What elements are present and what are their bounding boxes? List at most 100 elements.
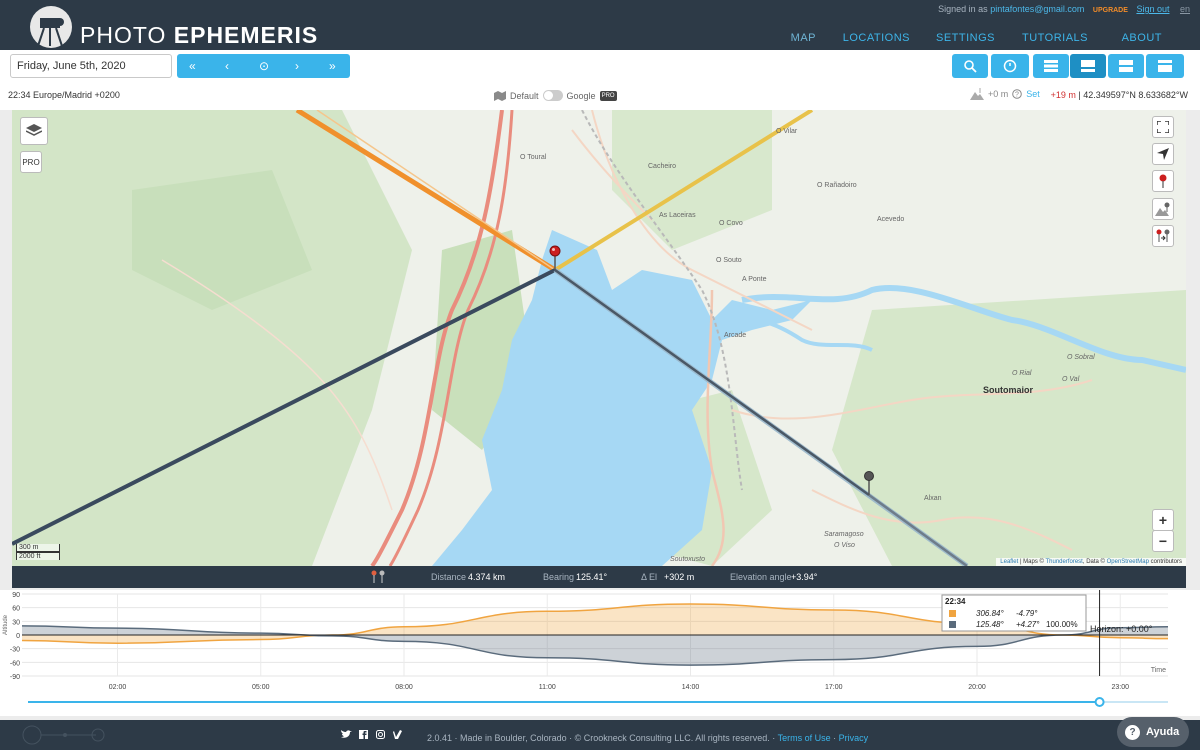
place-label: O Rial [1012,370,1032,377]
tooltip-azimuth: 306.84° [976,609,1004,618]
place-label: Alxan [924,495,942,502]
help-icon[interactable]: ? [1012,89,1023,99]
nav-map[interactable]: MAP [791,32,816,44]
grey-pin-icon [1155,202,1170,216]
map-attribution: Leaflet | Maps © Thunderforest, Data © O… [996,558,1186,566]
secondary-pin-button[interactable] [1152,198,1174,220]
layout-table-icon [1158,60,1172,72]
app-header: PHOTO EPHEMERIS Signed in as pintafontes… [0,0,1200,50]
y-tick-label: -30 [10,647,20,654]
tooltip-altitude: +4.27° [1016,620,1040,629]
layout-full-button[interactable] [1033,54,1069,78]
place-label: O Rañadoiro [817,182,857,189]
y-tick-label: 0 [16,633,20,640]
zoom-out-button[interactable]: − [1152,530,1174,552]
back-hour-button[interactable]: ‹ [225,59,229,73]
footer: 2.0.41 · Made in Boulder, Colorado · © C… [0,717,1200,750]
y-tick-label: 60 [12,606,20,613]
place-label: O Toural [520,154,547,161]
tooltip-swatch [949,621,956,628]
altitude-chart-svg[interactable]: 90 60 30 0 -30 -60 -90 02:00 05:00 08:00 11:00 14:0… [0,590,1200,716]
fullscreen-icon [1157,121,1169,133]
back-day-button[interactable]: « [189,59,196,73]
red-pin-icon [1159,174,1167,188]
brand-name[interactable]: PHOTO EPHEMERIS [80,22,318,49]
primary-pin-button[interactable] [1152,170,1174,192]
date-input[interactable]: Friday, June 5th, 2020 [10,54,172,78]
map-source-switch: Default Google PRO [494,90,617,101]
geodetics-bar: Distance 4.374 km Bearing 125.41° Δ El +… [12,566,1186,588]
forward-hour-button[interactable]: › [295,59,299,73]
copyright-text: 2.0.41 · Made in Boulder, Colorado · © C… [427,733,778,743]
layout-table-button[interactable] [1146,54,1184,78]
coordinates-value[interactable]: | 42.349597°N 8.633682°W [1078,90,1188,100]
now-button[interactable]: ⊙ [259,59,269,73]
forward-day-button[interactable]: » [329,59,336,73]
thunderforest-link[interactable]: Thunderforest [1046,559,1083,565]
nav-locations[interactable]: LOCATIONS [843,32,910,44]
tooltip-extra: 100.00% [1046,620,1078,629]
pro-badge: PRO [599,90,617,101]
x-tick-label: 23:00 [1111,684,1129,691]
place-label: Soutoxusto [670,556,706,563]
swap-pins-button[interactable] [1152,225,1174,247]
vimeo-icon[interactable] [392,729,403,740]
map[interactable]: O Toural Cacheiro O Vilar O Rañadoiro As… [12,110,1186,566]
signed-in-label: Signed in as [938,4,988,14]
bearing-value: 125.41° [576,572,608,582]
help-label: Ayuda [1146,726,1180,738]
place-label: Soutomaior [983,385,1034,395]
x-tick-label: 02:00 [109,684,127,691]
y-tick-label: 90 [12,592,20,599]
elevation-set-link[interactable]: Set [1026,89,1040,99]
layout-chart-icon [1119,60,1133,72]
x-tick-label: 17:00 [825,684,843,691]
x-tick-label: 05:00 [252,684,270,691]
place-label: O Viso [834,542,855,549]
time-slider-handle[interactable] [1094,697,1105,707]
layout-map-button[interactable] [1070,54,1106,78]
osm-link[interactable]: OpenStreetMap [1107,559,1149,565]
swap-pins-icon [1156,229,1170,242]
nav-about[interactable]: ABOUT [1122,32,1162,44]
altitude-chart[interactable]: 90 60 30 0 -30 -60 -90 02:00 05:00 08:00 11:00 14:0… [0,590,1200,716]
terms-link[interactable]: Terms of Use [778,733,831,743]
privacy-link[interactable]: Privacy [839,733,869,743]
map-icon [494,90,506,101]
delta-elevation-label: Δ El [641,572,658,582]
upgrade-link[interactable]: UPGRADE [1093,7,1128,14]
place-label: Arcade [724,332,747,339]
user-email: pintafontes@gmail.com [990,4,1085,14]
pro-map-button[interactable]: PRO [20,151,42,173]
instagram-icon[interactable] [375,729,386,740]
layers-button[interactable] [20,117,48,145]
distance-label: Distance [431,572,467,582]
fullscreen-button[interactable] [1152,116,1174,138]
twitter-icon[interactable] [341,729,352,740]
zoom-in-button[interactable]: + [1152,509,1174,531]
x-tick-label: 14:00 [682,684,700,691]
layout-map-icon [1081,60,1095,72]
language-link[interactable]: en [1180,4,1190,14]
locate-icon [1157,148,1169,160]
distance-value: 4.374 km [468,572,506,582]
tooltip-altitude: -4.79° [1016,609,1038,618]
facebook-icon[interactable] [358,729,369,740]
map-canvas[interactable] [12,110,1186,566]
leaflet-link[interactable]: Leaflet [1000,559,1018,565]
delta-elevation-value: +302 m [664,572,695,582]
elevation-angle-value: +3.94° [791,572,818,582]
help-button[interactable]: ? Ayuda [1117,717,1189,747]
logo-icon [30,6,72,48]
separator: · [830,733,839,743]
locate-button[interactable] [1152,143,1174,165]
nav-tutorials[interactable]: TUTORIALS [1022,32,1088,44]
map-source-toggle[interactable] [542,90,563,101]
sign-out-link[interactable]: Sign out [1136,4,1169,14]
tooltip-azimuth: 125.48° [976,620,1004,629]
attribution-text: contributors [1148,559,1182,565]
time-button[interactable] [991,54,1029,78]
layout-chart-button[interactable] [1108,54,1144,78]
nav-settings[interactable]: SETTINGS [936,32,995,44]
search-button[interactable] [952,54,988,78]
